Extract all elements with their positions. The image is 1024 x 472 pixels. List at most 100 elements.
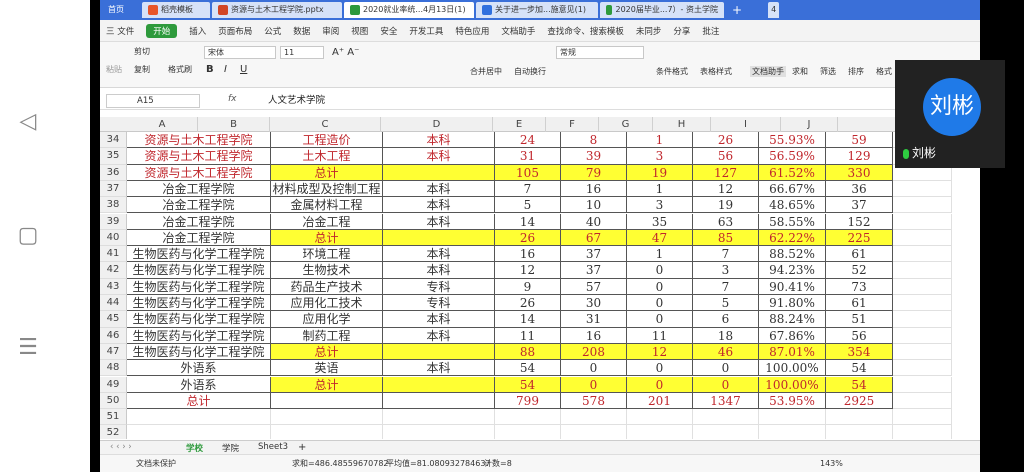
column-header[interactable]: J bbox=[781, 117, 838, 132]
table-cell[interactable]: 35 bbox=[627, 213, 693, 230]
table-cell[interactable] bbox=[383, 425, 495, 439]
table-cell[interactable] bbox=[826, 409, 893, 426]
table-cell[interactable]: 100.00% bbox=[759, 360, 826, 377]
table-cell[interactable]: 56 bbox=[693, 148, 759, 165]
table-cell[interactable]: 0 bbox=[693, 376, 759, 393]
table-cell[interactable]: 1 bbox=[627, 132, 693, 149]
menu-item[interactable]: 数据 bbox=[293, 25, 310, 37]
table-cell[interactable]: 1 bbox=[627, 180, 693, 198]
table-cell[interactable]: 材料成型及控制工程 bbox=[271, 180, 383, 198]
number-format-select[interactable]: 常规 bbox=[556, 46, 644, 59]
table-cell[interactable]: 工程造价 bbox=[271, 132, 383, 149]
table-cell[interactable] bbox=[627, 409, 693, 426]
sheet-tab[interactable]: 学校 bbox=[186, 442, 203, 454]
table-cell[interactable]: 578 bbox=[561, 392, 627, 410]
table-cell[interactable]: 生物技术 bbox=[271, 262, 383, 279]
formula-input[interactable]: 人文艺术学院 bbox=[268, 94, 325, 108]
table-cell[interactable]: 56 bbox=[826, 327, 893, 344]
table-cell[interactable]: 本科 bbox=[383, 132, 495, 149]
table-cell[interactable]: 7 bbox=[693, 246, 759, 263]
table-cell[interactable] bbox=[627, 425, 693, 439]
table-cell[interactable]: 3 bbox=[627, 197, 693, 214]
table-cell[interactable]: 54 bbox=[495, 360, 561, 377]
table-cell[interactable]: 14 bbox=[495, 213, 561, 230]
sheet-tab[interactable]: Sheet3 bbox=[258, 442, 288, 452]
table-cell[interactable] bbox=[383, 343, 495, 361]
table-cell[interactable] bbox=[893, 327, 952, 344]
document-tab[interactable]: 关于进一步加...施意见(1) bbox=[476, 2, 598, 18]
column-header[interactable]: E bbox=[493, 117, 546, 132]
menu-item[interactable]: 插入 bbox=[189, 25, 206, 37]
table-cell[interactable]: 生物医药与化学工程学院 bbox=[127, 327, 271, 344]
table-cell[interactable]: 36 bbox=[826, 180, 893, 198]
table-cell[interactable]: 5 bbox=[495, 197, 561, 214]
table-cell[interactable] bbox=[561, 425, 627, 439]
table-cell[interactable]: 73 bbox=[826, 278, 893, 295]
table-cell[interactable] bbox=[893, 409, 952, 426]
table-cell[interactable]: 0 bbox=[627, 360, 693, 377]
table-cell[interactable]: 生物医药与化学工程学院 bbox=[127, 311, 271, 328]
table-cell[interactable]: 资源与土木工程学院 bbox=[127, 132, 271, 149]
wrap-text-button[interactable]: 自动换行 bbox=[514, 66, 546, 77]
column-header[interactable]: A bbox=[127, 117, 198, 132]
table-cell[interactable]: 16 bbox=[561, 180, 627, 198]
table-cell[interactable]: 37 bbox=[561, 262, 627, 279]
menu-item[interactable]: 开始 bbox=[146, 23, 178, 38]
table-cell[interactable]: 19 bbox=[693, 197, 759, 214]
table-cell[interactable] bbox=[495, 425, 561, 439]
table-cell[interactable]: 54 bbox=[826, 376, 893, 393]
menu-item[interactable]: 公式 bbox=[264, 25, 281, 37]
table-cell[interactable]: 47 bbox=[627, 229, 693, 247]
sheet-tab[interactable]: 学院 bbox=[222, 442, 239, 454]
table-cell[interactable] bbox=[893, 262, 952, 279]
table-cell[interactable]: 资源与土木工程学院 bbox=[127, 148, 271, 165]
table-cell[interactable]: 67.86% bbox=[759, 327, 826, 344]
table-cell[interactable]: 本科 bbox=[383, 360, 495, 377]
table-cell[interactable]: 0 bbox=[693, 360, 759, 377]
sync-status[interactable]: 未同步 bbox=[636, 25, 662, 37]
row-header[interactable]: 39 bbox=[100, 213, 127, 230]
table-cell[interactable] bbox=[561, 409, 627, 426]
table-cell[interactable]: 6 bbox=[693, 311, 759, 328]
table-cell[interactable] bbox=[893, 343, 952, 361]
file-menu[interactable]: 三 文件 bbox=[106, 25, 134, 37]
table-cell[interactable]: 61 bbox=[826, 246, 893, 263]
filter-button[interactable]: 筛选 bbox=[820, 66, 836, 77]
table-cell[interactable]: 55.93% bbox=[759, 132, 826, 149]
table-cell[interactable] bbox=[693, 425, 759, 439]
table-cell[interactable]: 88 bbox=[495, 343, 561, 361]
column-header[interactable]: H bbox=[653, 117, 711, 132]
table-cell[interactable]: 330 bbox=[826, 164, 893, 181]
table-cell[interactable]: 37 bbox=[561, 246, 627, 263]
table-cell[interactable]: 152 bbox=[826, 213, 893, 230]
table-cell[interactable] bbox=[271, 425, 383, 439]
table-cell[interactable]: 0 bbox=[561, 376, 627, 393]
table-cell[interactable]: 54 bbox=[826, 360, 893, 377]
table-cell[interactable]: 应用化工技术 bbox=[271, 295, 383, 312]
table-cell[interactable]: 金属材料工程 bbox=[271, 197, 383, 214]
table-cell[interactable]: 生物医药与化学工程学院 bbox=[127, 343, 271, 361]
table-cell[interactable]: 应用化学 bbox=[271, 311, 383, 328]
comment-button[interactable]: 批注 bbox=[702, 25, 719, 37]
table-cell[interactable]: 16 bbox=[561, 327, 627, 344]
paste-button[interactable]: 粘贴 bbox=[106, 64, 122, 75]
document-tab[interactable]: 稻壳模板 bbox=[142, 2, 210, 18]
font-grow-icon[interactable]: A⁺ A⁻ bbox=[332, 47, 359, 58]
table-cell[interactable]: 2925 bbox=[826, 392, 893, 410]
table-cell[interactable]: 3 bbox=[627, 148, 693, 165]
table-cell[interactable]: 66.67% bbox=[759, 180, 826, 198]
underline-button[interactable]: U bbox=[240, 64, 247, 75]
table-cell[interactable]: 11 bbox=[627, 327, 693, 344]
table-cell[interactable]: 201 bbox=[627, 392, 693, 410]
table-cell[interactable]: 英语 bbox=[271, 360, 383, 377]
table-cell[interactable] bbox=[893, 295, 952, 312]
row-header[interactable]: 48 bbox=[100, 360, 127, 377]
table-cell[interactable]: 31 bbox=[561, 311, 627, 328]
table-cell[interactable]: 环境工程 bbox=[271, 246, 383, 263]
row-header[interactable]: 51 bbox=[100, 409, 127, 426]
table-cell[interactable]: 90.41% bbox=[759, 278, 826, 295]
table-cell[interactable]: 16 bbox=[495, 246, 561, 263]
table-cell[interactable]: 0 bbox=[627, 311, 693, 328]
menu-item[interactable]: 页面布局 bbox=[218, 25, 252, 37]
table-cell[interactable]: 本科 bbox=[383, 327, 495, 344]
